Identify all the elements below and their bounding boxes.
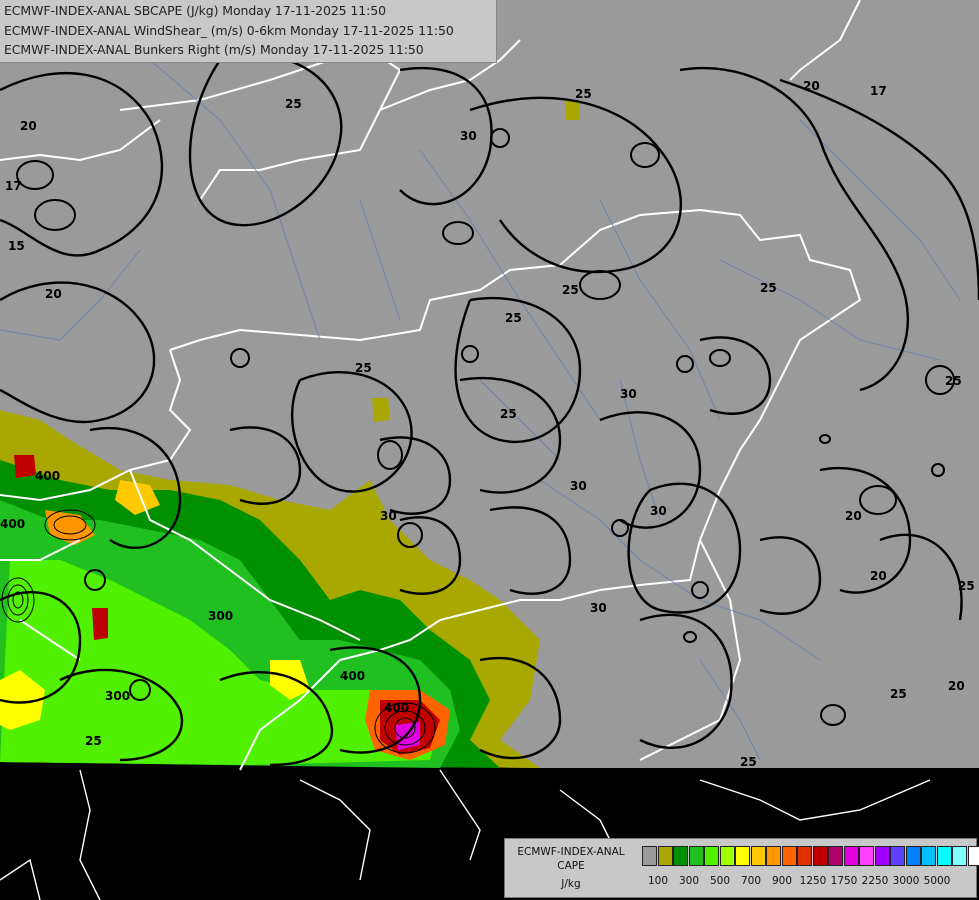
contour-label: 25 — [740, 755, 757, 769]
legend-swatch — [905, 846, 921, 866]
legend-swatch — [812, 846, 828, 866]
contour-label: 400 — [340, 669, 365, 683]
legend-tick: 1250 — [799, 875, 827, 887]
legend-swatch — [859, 846, 874, 866]
legend-swatch — [704, 846, 719, 866]
legend-variable: CAPE — [557, 860, 585, 872]
contour-label: 30 — [460, 129, 477, 143]
legend-swatch — [952, 846, 967, 866]
legend-swatch — [750, 846, 766, 866]
legend-model: ECMWF-INDEX-ANAL — [517, 846, 625, 858]
legend-swatch — [642, 846, 657, 866]
legend-swatch — [967, 846, 979, 866]
contour-label: 25 — [505, 311, 522, 325]
map-header: ECMWF-INDEX-ANAL SBCAPE (J/kg) Monday 17… — [0, 0, 497, 63]
legend-tick: 700 — [740, 875, 762, 887]
legend-unit: J/kg — [561, 878, 581, 890]
legend-swatch — [657, 846, 673, 866]
legend-tick: 1750 — [830, 875, 858, 887]
legend-tick: 100 — [647, 875, 669, 887]
contour-label: 20 — [845, 509, 862, 523]
legend-tick: 2250 — [861, 875, 889, 887]
contour-label: 300 — [208, 609, 233, 623]
contour-label: 20 — [870, 569, 887, 583]
contour-label: 30 — [590, 601, 607, 615]
contour-label: 30 — [620, 387, 637, 401]
contour-label: 25 — [945, 374, 962, 388]
legend-tick: 300 — [678, 875, 700, 887]
header-sbcape: ECMWF-INDEX-ANAL SBCAPE (J/kg) Monday 17… — [4, 3, 386, 18]
legend-swatch — [688, 846, 704, 866]
legend-tick: 900 — [771, 875, 793, 887]
legend-swatch — [766, 846, 781, 866]
contour-label: 25 — [85, 734, 102, 748]
contour-label: 400 — [35, 469, 60, 483]
contour-label: 400 — [384, 701, 409, 715]
contour-label: 30 — [570, 479, 587, 493]
contour-label: 17 — [5, 179, 22, 193]
map-canvas: 20 17 25 30 25 20 17 15 20 25 25 30 25 2… — [0, 0, 979, 900]
contour-label: 20 — [20, 119, 37, 133]
contour-label: 25 — [890, 687, 907, 701]
legend-swatch — [735, 846, 750, 866]
legend-swatch — [828, 846, 843, 866]
contour-label: 30 — [380, 509, 397, 523]
contour-label: 17 — [870, 84, 887, 98]
contour-label: 25 — [760, 281, 777, 295]
contour-label: 25 — [500, 407, 517, 421]
contour-label: 20 — [803, 79, 820, 93]
legend-swatch — [673, 846, 688, 866]
legend-swatch — [874, 846, 890, 866]
legend-tick: 5000 — [923, 875, 951, 887]
legend-tick: 3000 — [892, 875, 920, 887]
header-bunkers: ECMWF-INDEX-ANAL Bunkers Right (m/s) Mon… — [4, 42, 424, 57]
contour-label: 25 — [562, 283, 579, 297]
legend-swatch — [781, 846, 797, 866]
header-windshear: ECMWF-INDEX-ANAL WindShear_ (m/s) 0-6km … — [4, 23, 454, 38]
contour-label: 25 — [958, 579, 975, 593]
contour-label: 20 — [948, 679, 965, 693]
cape-legend: ECMWF-INDEX-ANAL CAPE J/kg 100 300 500 700 9… — [504, 838, 979, 898]
contour-label: 15 — [8, 239, 25, 253]
contour-label: 25 — [355, 361, 372, 375]
contour-label: 30 — [650, 504, 667, 518]
legend-swatch — [797, 846, 812, 866]
legend-tick: 500 — [709, 875, 731, 887]
contour-label: 300 — [105, 689, 130, 703]
legend-swatch — [936, 846, 952, 866]
contour-label: 400 — [0, 517, 25, 531]
contour-label: 25 — [285, 97, 302, 111]
contour-label: 20 — [45, 287, 62, 301]
legend-swatch — [719, 846, 735, 866]
legend-swatch — [890, 846, 905, 866]
weather-map: 20 17 25 30 25 20 17 15 20 25 25 30 25 2… — [0, 0, 979, 900]
legend-swatch — [921, 846, 936, 866]
legend-swatch — [843, 846, 859, 866]
contour-label: 25 — [575, 87, 592, 101]
